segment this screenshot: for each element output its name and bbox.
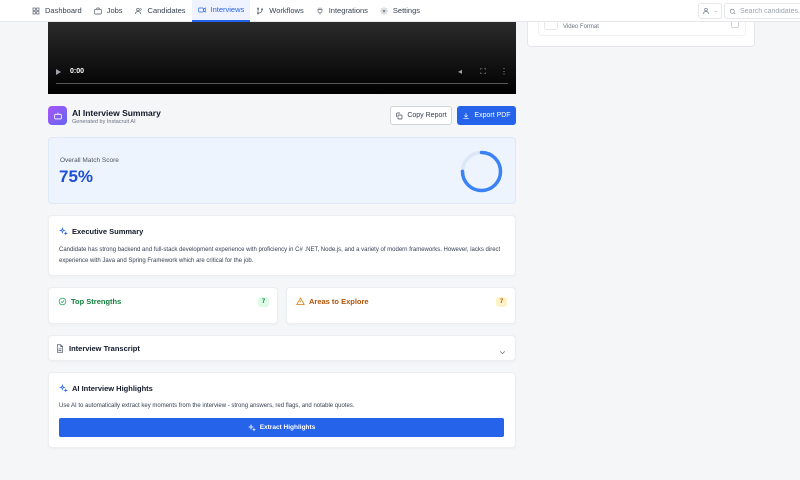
- executive-summary-title: Executive Summary: [72, 227, 144, 236]
- check-circle-icon: [58, 297, 67, 306]
- download-icon[interactable]: [731, 22, 739, 28]
- warning-icon: [296, 297, 305, 305]
- ai-highlights-description: Use AI to automatically extract key mome…: [59, 403, 355, 409]
- extract-highlights-label: Extract Highlights: [259, 424, 316, 431]
- nav-interviews[interactable]: Interviews: [191, 0, 251, 22]
- file-icon: [544, 22, 558, 30]
- nav-dashboard[interactable]: Dashboard: [26, 0, 88, 22]
- executive-summary-text: Candidate has strong backend and full-st…: [59, 247, 501, 264]
- search-icon: [729, 8, 736, 14]
- search-input[interactable]: [740, 7, 800, 15]
- ai-summary-icon: [48, 106, 67, 125]
- copy-report-button[interactable]: Copy Report: [390, 106, 452, 125]
- copy-report-label: Copy Report: [407, 112, 447, 119]
- match-score-label: Overall Match Score: [60, 157, 119, 164]
- users-icon: [134, 7, 142, 14]
- download-icon: [463, 112, 470, 119]
- plug-icon: [317, 7, 323, 14]
- top-strengths-header[interactable]: Top Strengths: [58, 297, 121, 306]
- ai-highlights-title: AI Interview Highlights: [72, 384, 153, 393]
- search-field[interactable]: [724, 3, 800, 19]
- gear-icon: [380, 7, 388, 14]
- ai-highlights-header: AI Interview Highlights: [59, 384, 153, 393]
- match-score-panel: [48, 137, 516, 204]
- users-icon: [702, 8, 709, 14]
- summary-subtitle: Generated by Instacruit AI: [72, 119, 136, 125]
- areas-to-explore-title: Areas to Explore: [309, 297, 369, 306]
- nav-label: Workflows: [269, 6, 304, 15]
- chevron-down-icon: [499, 351, 506, 355]
- strengths-count-badge: 7: [258, 297, 269, 307]
- nav-settings[interactable]: Settings: [374, 0, 426, 22]
- video-format-label: Video Format: [563, 24, 599, 30]
- grid-icon: [32, 7, 40, 14]
- user-menu-button[interactable]: [698, 3, 722, 19]
- video-time: 0:00: [70, 68, 85, 75]
- export-pdf-label: Export PDF: [474, 112, 511, 119]
- top-strengths-title: Top Strengths: [71, 297, 122, 306]
- video-progress[interactable]: [56, 83, 508, 84]
- briefcase-icon: [94, 7, 102, 14]
- play-icon[interactable]: [56, 69, 61, 75]
- nav-label: Interviews: [210, 5, 245, 14]
- summary-title: AI Interview Summary: [72, 108, 161, 118]
- executive-summary-header: Executive Summary: [59, 227, 143, 236]
- document-icon: [57, 344, 63, 353]
- match-score-ring: [460, 150, 503, 193]
- explore-count-badge: 7: [496, 297, 507, 307]
- copy-icon: [396, 112, 403, 119]
- nav-label: Jobs: [106, 6, 123, 15]
- sparkles-icon: [59, 227, 68, 236]
- fullscreen-icon[interactable]: ⛶: [479, 68, 487, 76]
- nav-workflows[interactable]: Workflows: [250, 0, 309, 22]
- nav-label: Settings: [392, 6, 421, 15]
- volume-icon[interactable]: ◂: [456, 68, 464, 76]
- video-icon: [197, 6, 206, 13]
- nav-label: Dashboard: [45, 6, 82, 15]
- interview-transcript-title: Interview Transcript: [69, 344, 140, 353]
- transcript-expand-toggle[interactable]: [498, 344, 507, 355]
- branch-icon: [257, 7, 264, 14]
- sparkles-icon: [247, 423, 256, 432]
- nav-jobs[interactable]: Jobs: [88, 0, 129, 22]
- top-nav: Dashboard Jobs Candidates Interviews Wor…: [0, 0, 800, 22]
- nav-candidates[interactable]: Candidates: [129, 0, 192, 22]
- export-pdf-button[interactable]: Export PDF: [457, 106, 516, 125]
- nav-integrations[interactable]: Integrations: [310, 0, 374, 22]
- nav-label: Integrations: [328, 6, 368, 15]
- extract-highlights-button[interactable]: Extract Highlights: [59, 418, 504, 437]
- sparkles-icon: [59, 384, 68, 393]
- more-icon[interactable]: ⋮: [500, 68, 508, 76]
- interview-transcript-header[interactable]: Interview Transcript: [56, 344, 140, 353]
- areas-to-explore-header[interactable]: Areas to Explore: [296, 297, 369, 306]
- match-score-value: 75%: [59, 167, 94, 186]
- chevron-down-icon: [713, 10, 717, 12]
- bot-icon: [53, 112, 62, 119]
- nav-label: Candidates: [147, 6, 186, 15]
